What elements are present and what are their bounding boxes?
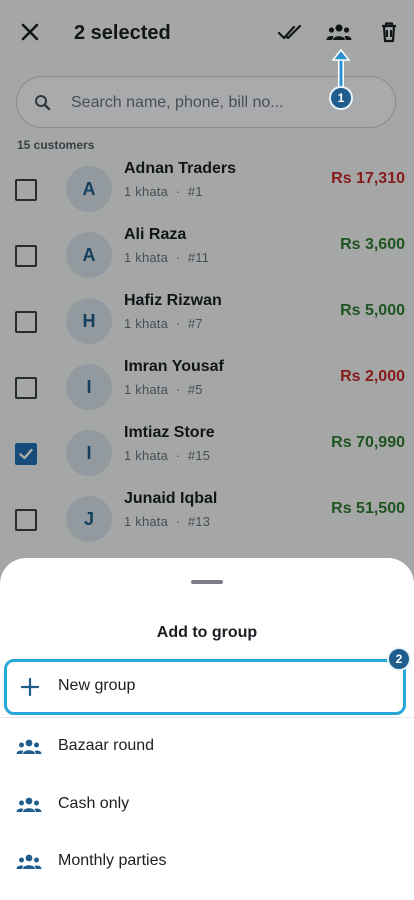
group-label: Cash only bbox=[58, 795, 130, 812]
annotation-highlight bbox=[4, 659, 406, 715]
group-icon bbox=[16, 738, 42, 756]
add-to-group-sheet: Add to group New group 2 Bazaar round Ca… bbox=[0, 558, 414, 900]
annotation-badge-1: 1 bbox=[329, 86, 353, 110]
group-item-bazaar-round[interactable]: Bazaar round bbox=[0, 719, 414, 775]
group-icon bbox=[16, 853, 42, 871]
group-item-monthly-parties[interactable]: Monthly parties bbox=[0, 834, 414, 890]
divider bbox=[0, 717, 414, 718]
sheet-title: Add to group bbox=[156, 624, 258, 641]
group-label: Monthly parties bbox=[58, 852, 167, 869]
group-item-cash-only[interactable]: Cash only bbox=[0, 777, 414, 833]
annotation-badge-2: 2 bbox=[387, 647, 411, 671]
group-label: Bazaar round bbox=[58, 737, 155, 754]
group-icon bbox=[16, 796, 42, 814]
drag-handle[interactable] bbox=[191, 580, 223, 584]
